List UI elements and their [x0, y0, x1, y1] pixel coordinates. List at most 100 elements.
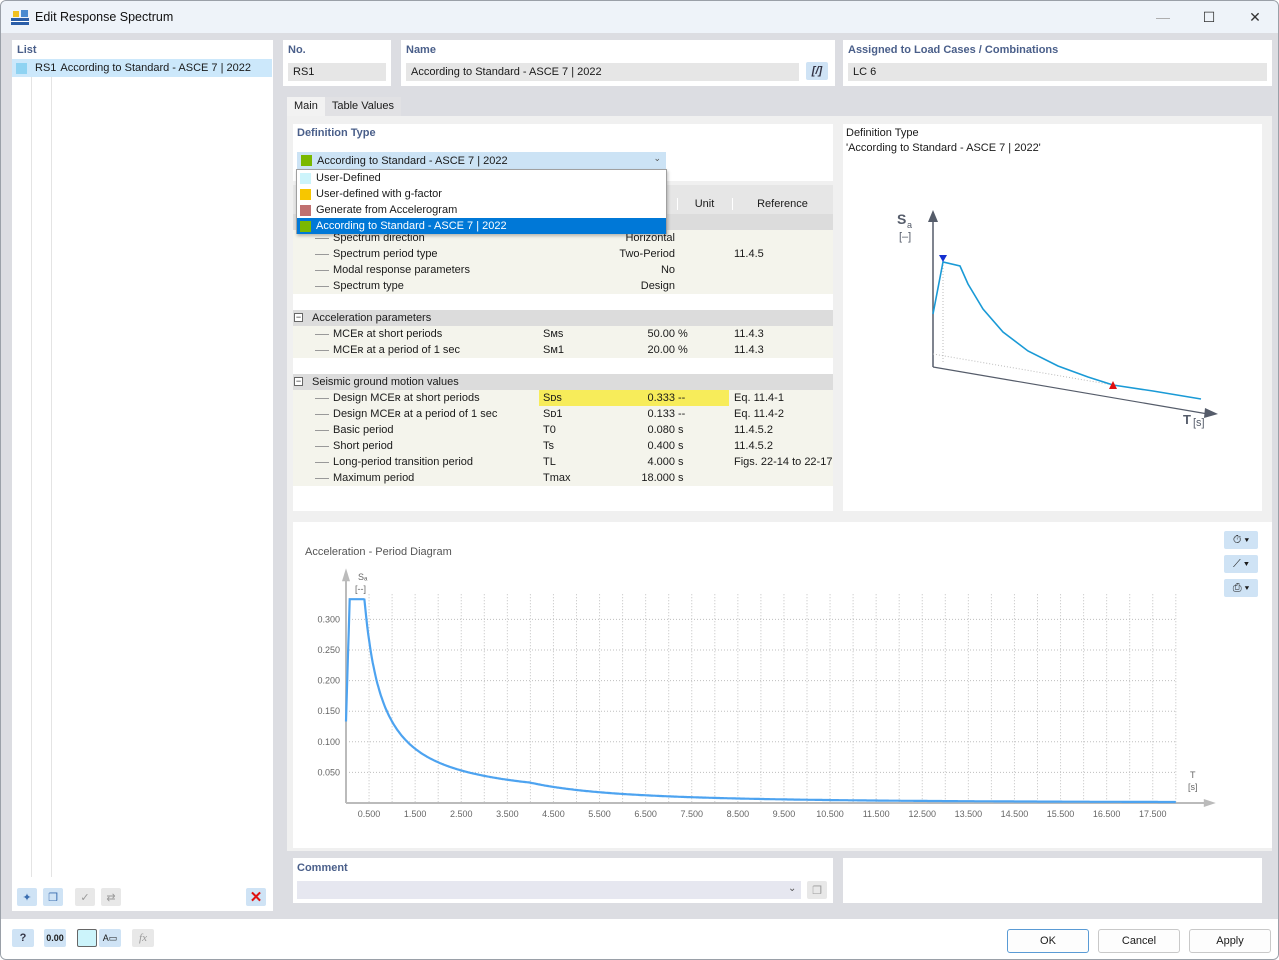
x-tick-label: 8.500 — [727, 809, 750, 819]
option-user-defined[interactable]: User-Defined — [297, 170, 666, 186]
formula-button[interactable]: fx — [132, 929, 154, 947]
preview-y-label: S — [897, 211, 906, 227]
tab-table-values[interactable]: Table Values — [324, 97, 402, 116]
tab-main[interactable]: Main — [287, 97, 325, 116]
print-button[interactable]: ⎙ ▾ — [1224, 579, 1258, 597]
minimize-button[interactable]: — — [1140, 1, 1186, 33]
option-accelerogram[interactable]: Generate from Accelerogram — [297, 202, 666, 218]
close-button[interactable]: ✕ — [1232, 1, 1278, 33]
comment-input[interactable] — [297, 881, 801, 899]
cancel-button[interactable]: Cancel — [1098, 929, 1180, 953]
table-row[interactable]: Maximum period Tmax s 18.000 — [293, 470, 833, 486]
row-unit: % — [678, 328, 688, 340]
tree-connector — [315, 238, 329, 239]
x-tick-label: 16.500 — [1093, 809, 1121, 819]
preview-marker-blue — [939, 255, 947, 262]
x-tick-label: 13.500 — [955, 809, 983, 819]
row-reference: Eq. 11.4-2 — [734, 408, 784, 420]
table-row[interactable]: Short period Ts s 11.4.5.2 0.400 — [293, 438, 833, 454]
ok-button[interactable]: OK — [1007, 929, 1089, 953]
list-item[interactable]: RS1 According to Standard - ASCE 7 | 202… — [12, 59, 272, 77]
check-all-button[interactable]: ✓ — [75, 888, 95, 906]
x-tick-label: 6.500 — [634, 809, 657, 819]
copy-spectrum-button[interactable]: ❐ — [43, 888, 63, 906]
row-name: Maximum period — [333, 472, 415, 484]
row-unit: s — [678, 456, 684, 468]
decimal-places-button[interactable]: 0.00 — [44, 929, 66, 947]
row-reference: 11.4.3 — [734, 328, 764, 340]
table-row[interactable]: Long-period transition period TL s Figs. 22… — [293, 454, 833, 470]
row-unit: -- — [678, 392, 686, 404]
option-user-defined-g-factor[interactable]: User-defined with g-factor — [297, 186, 666, 202]
display-settings-icon: A▭ — [102, 932, 118, 943]
table-row[interactable]: MCEʀ at a period of 1 sec Sᴍ1% 11.4.3 20.00 — [293, 342, 833, 358]
title-bar: Edit Response Spectrum — ☐ ✕ — [1, 1, 1278, 33]
preview-y-unit: [–] — [899, 231, 911, 243]
apply-button[interactable]: Apply — [1189, 929, 1271, 953]
y-tick-label: 0.050 — [317, 767, 340, 777]
group-header-row[interactable]: − Seismic ground motion values — [293, 374, 833, 390]
option-asce7[interactable]: According to Standard - ASCE 7 | 2022 — [297, 218, 666, 234]
group-header-row[interactable]: − Acceleration parameters — [293, 310, 833, 326]
table-row[interactable]: Basic period T0 s 11.4.5.2 0.080 — [293, 422, 833, 438]
comment-library-button[interactable]: ❐ — [807, 881, 827, 899]
animation-button[interactable]: ⏱ ▾ — [1224, 531, 1258, 549]
option-color-swatch — [300, 220, 311, 232]
preview-x-label: T — [1183, 412, 1191, 427]
preview-guide — [932, 353, 1114, 386]
row-reference: 11.4.5.2 — [734, 440, 773, 452]
acceleration-period-chart: Acceleration - Period Diagram 0.050 0.100… — [305, 546, 1216, 819]
chart-x-label: T — [1190, 770, 1196, 780]
assigned-field[interactable]: LC 6 — [848, 63, 1267, 81]
table-row[interactable]: MCEʀ at short periods Sᴍs% 11.4.3 50.00 — [293, 326, 833, 342]
row-unit: s — [678, 440, 684, 452]
x-tick-label: 14.500 — [1001, 809, 1029, 819]
list-label: List — [17, 44, 37, 56]
maximize-button[interactable]: ☐ — [1186, 1, 1232, 33]
tab-bar: Main Table Values — [287, 97, 402, 116]
name-field[interactable]: According to Standard - ASCE 7 | 2022 — [406, 63, 799, 81]
x-tick-label: 2.500 — [450, 809, 473, 819]
chevron-down-icon: ⌄ — [788, 883, 797, 894]
definition-type-selected: According to Standard - ASCE 7 | 2022 — [317, 154, 508, 167]
table-row[interactable]: Design MCEʀ at short periods Sᴅs -- Eq. 11.… — [293, 390, 833, 406]
chart-y-label: Sₐ — [358, 572, 368, 582]
preview-x-arrow — [1204, 408, 1218, 418]
row-name: Design MCEʀ at a period of 1 sec — [333, 408, 498, 420]
edit-name-button[interactable]: [/] — [806, 62, 828, 80]
row-symbol: Sᴅs — [543, 392, 562, 404]
collapse-icon[interactable]: − — [294, 377, 303, 386]
table-row[interactable]: Design MCEʀ at a period of 1 sec Sᴅ1 -- Eq.… — [293, 406, 833, 422]
definition-type-dropdown[interactable]: According to Standard - ASCE 7 | 2022 ⌄ — [297, 152, 666, 169]
definition-type-options: User-Defined User-defined with g-factor … — [296, 169, 667, 234]
tree-connector — [315, 462, 329, 463]
toggle-check-button[interactable]: ⇄ — [101, 888, 121, 906]
chart-axes: 0.050 0.100 0.150 0.200 0.250 0.300 0.500 1.500… — [317, 568, 1216, 819]
help-button[interactable]: ? — [12, 929, 34, 947]
table-row[interactable]: Spectrum type Design — [293, 278, 833, 294]
x-tick-label: 11.500 — [863, 809, 890, 819]
row-reference: Eq. 11.4-1 — [734, 392, 784, 404]
definition-type-label: Definition Type — [297, 127, 376, 139]
table-row[interactable]: Spectrum period type 11.4.5 Two-Period — [293, 246, 833, 262]
number-field[interactable]: RS1 — [288, 63, 386, 81]
table-row[interactable]: Modal response parametersNo modification — [293, 262, 833, 292]
display-settings-button[interactable]: A▭ — [99, 929, 121, 947]
axis-settings-button[interactable]: ⟋ ▾ — [1224, 555, 1258, 573]
preview-y-arrow — [928, 210, 938, 222]
edit-icon: [/] — [811, 65, 823, 77]
option-label: User-defined with g-factor — [316, 188, 442, 200]
help-icon: ? — [19, 932, 27, 944]
collapse-icon[interactable]: − — [294, 313, 303, 322]
row-symbol: Sᴍ1 — [543, 344, 565, 356]
row-value: 50.00 — [647, 328, 675, 340]
new-spectrum-button[interactable]: ✦ — [17, 888, 37, 906]
row-name: Design MCEʀ at short periods — [333, 392, 480, 404]
x-tick-label: 1.500 — [404, 809, 427, 819]
preview-panel: Definition Type 'According to Standard -… — [843, 124, 1262, 511]
option-color-swatch — [300, 172, 311, 184]
row-value: 0.080 — [647, 424, 675, 436]
delete-button[interactable]: ✕ — [246, 888, 266, 906]
preview-x-axis — [932, 366, 1209, 415]
color-button[interactable] — [77, 929, 97, 947]
